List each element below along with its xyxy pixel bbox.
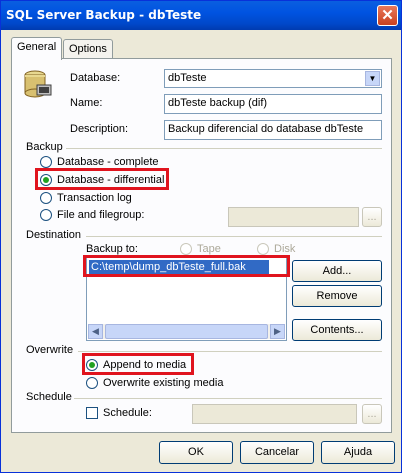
radio-tape: Tape [180,243,221,255]
database-label: Database: [70,72,121,84]
horizontal-scrollbar[interactable]: ◀ ▶ [88,324,285,339]
checkbox-label: Schedule: [103,407,152,419]
overwrite-divider [78,351,382,352]
radio-dot [40,156,52,168]
radio-file-filegroup[interactable]: File and filegroup: [40,209,144,221]
backup-group-label: Backup [26,141,63,153]
schedule-group-label: Schedule [26,391,72,403]
scrollbar-thumb[interactable] [105,324,268,339]
radio-dot [257,243,269,255]
scroll-right-icon[interactable]: ▶ [270,324,285,339]
database-dropdown[interactable]: dbTeste ▼ [164,69,382,88]
window-title: SQL Server Backup - dbTeste [6,8,202,22]
schedule-browse-button: ... [362,404,382,424]
contents-button[interactable]: Contents... [292,319,382,341]
radio-transaction-log[interactable]: Transaction log [40,192,132,204]
radio-disk: Disk [257,243,295,255]
remove-button[interactable]: Remove [292,285,382,307]
radio-label: Transaction log [57,192,132,204]
highlight-box [35,168,169,190]
schedule-divider [74,398,382,399]
database-icon [24,70,52,98]
tab-options[interactable]: Options [63,39,113,59]
radio-dot [40,192,52,204]
tab-general[interactable]: General [11,37,63,60]
schedule-field [192,404,357,424]
checkbox-box [86,407,98,419]
radio-overwrite-existing[interactable]: Overwrite existing media [86,377,223,389]
name-field[interactable]: dbTeste backup (dif) [164,94,382,114]
general-panel: Database: dbTeste ▼ Name: dbTeste backup… [11,58,392,433]
title-bar[interactable]: SQL Server Backup - dbTeste ✕ [1,1,401,30]
backup-divider [66,148,382,149]
backup-dialog: SQL Server Backup - dbTeste ✕ General Op… [0,0,402,473]
database-value: dbTeste [168,72,207,84]
filegroup-field [228,207,359,227]
cancel-button[interactable]: Cancelar [240,441,314,464]
schedule-checkbox[interactable]: Schedule: [86,407,152,419]
highlight-box [82,353,194,375]
add-button[interactable]: Add... [292,260,382,282]
backup-to-label: Backup to: [86,243,138,255]
radio-label: Disk [274,243,296,255]
description-label: Description: [70,123,129,135]
filegroup-browse-button: ... [362,207,382,227]
name-label: Name: [70,97,103,109]
help-button[interactable]: Ajuda [321,441,395,464]
radio-dot [180,243,192,255]
radio-dot [86,377,98,389]
radio-dot [40,209,52,221]
radio-database-complete[interactable]: Database - complete [40,156,159,168]
ok-button[interactable]: OK [159,441,233,464]
destination-divider [86,236,382,237]
radio-label: Tape [197,243,221,255]
chevron-down-icon[interactable]: ▼ [365,71,380,86]
close-button[interactable]: ✕ [377,5,398,26]
radio-label: Database - complete [57,156,159,168]
destination-group-label: Destination [26,229,82,241]
radio-label: Overwrite existing media [103,377,224,389]
description-field[interactable]: Backup diferencial do database dbTeste [164,120,382,140]
scroll-left-icon[interactable]: ◀ [88,324,103,339]
radio-label: File and filegroup: [57,209,145,221]
highlight-box [83,255,290,277]
overwrite-group-label: Overwrite [26,344,74,356]
